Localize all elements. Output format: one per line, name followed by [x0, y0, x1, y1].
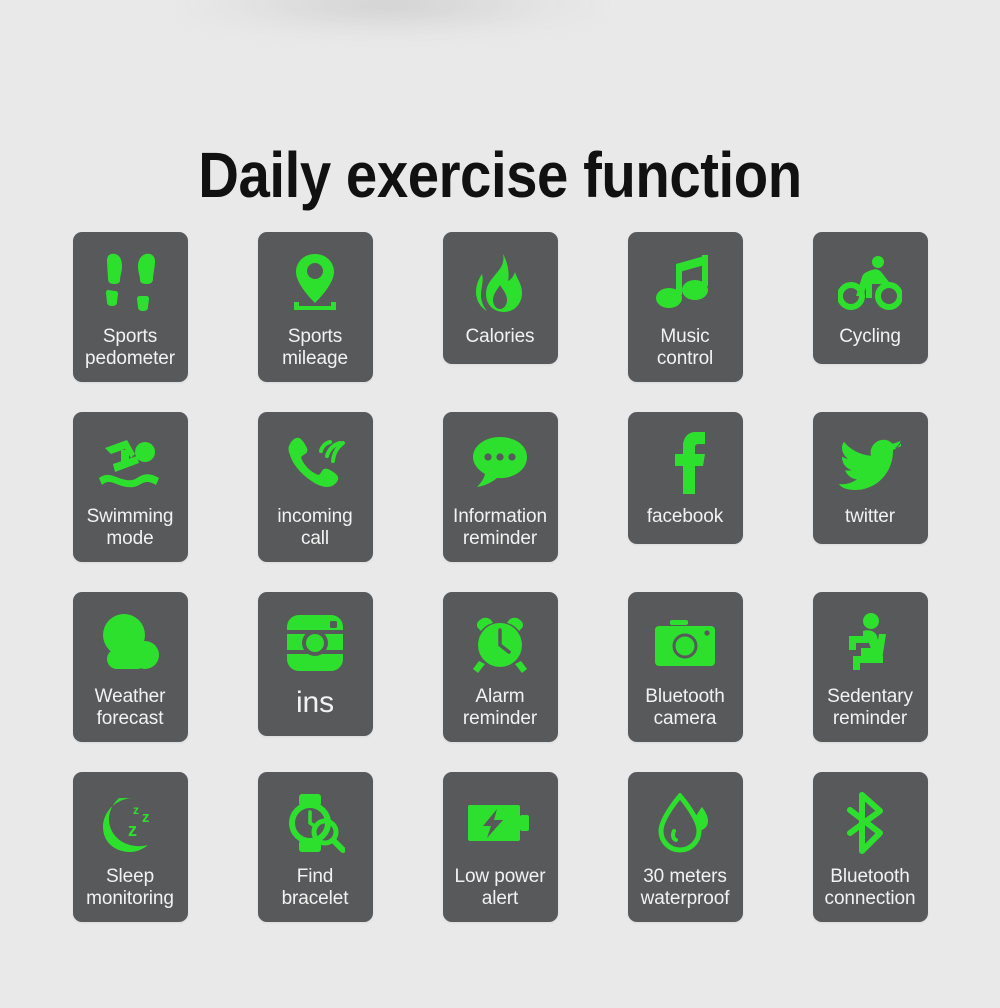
feature-tile-label: Alarm reminder — [462, 686, 538, 729]
feature-tile-bluetooth-connection[interactable]: Bluetooth connection — [812, 772, 928, 922]
music-note-icon — [649, 246, 721, 320]
instagram-icon — [279, 606, 351, 680]
cloud-icon — [94, 606, 166, 680]
feature-tile-ins[interactable]: ins — [257, 592, 373, 736]
feature-row: Weather forecast ins Alarm reminder Blue… — [0, 592, 1000, 742]
feature-row: z z z Sleep monitoring Find bracelet Low… — [0, 772, 1000, 922]
feature-tile-label: Music control — [656, 326, 714, 369]
map-pin-icon — [279, 246, 351, 320]
feature-tile-sedentary-reminder[interactable]: Sedentary reminder — [812, 592, 928, 742]
feature-row: Swimming mode incoming call Information … — [0, 412, 1000, 562]
feature-tile-label: Find bracelet — [281, 866, 349, 909]
feature-tile-find-bracelet[interactable]: Find bracelet — [257, 772, 373, 922]
facebook-icon — [649, 426, 721, 500]
feature-tile-label: twitter — [845, 506, 895, 527]
feature-tile-label: Calories — [465, 326, 535, 347]
background-artifact — [180, 0, 600, 40]
feature-tile-information-reminder[interactable]: Information reminder — [442, 412, 558, 562]
footprints-icon — [94, 246, 166, 320]
svg-text:z: z — [142, 809, 150, 826]
feature-tile-label: ins — [295, 686, 335, 719]
sitting-person-icon — [834, 606, 906, 680]
camera-icon — [649, 606, 721, 680]
feature-tile-sports-pedometer[interactable]: Sports pedometer — [72, 232, 188, 382]
feature-tile-incoming-call[interactable]: incoming call — [257, 412, 373, 562]
swimmer-icon — [94, 426, 166, 500]
feature-tile-label: Sports mileage — [282, 326, 348, 369]
feature-tile-30-meters-waterproof[interactable]: 30 meters waterproof — [627, 772, 743, 922]
feature-tile-label: Information reminder — [453, 506, 547, 549]
feature-tile-label: Bluetooth connection — [824, 866, 916, 909]
svg-text:z: z — [133, 803, 139, 817]
feature-tile-cycling[interactable]: Cycling — [812, 232, 928, 364]
feature-tile-label: Weather forecast — [94, 686, 166, 729]
phone-ringing-icon — [279, 426, 351, 500]
feature-tile-label: incoming call — [277, 506, 353, 549]
feature-tile-swimming-mode[interactable]: Swimming mode — [72, 412, 188, 562]
feature-row: Sports pedometer Sports mileage Calories… — [0, 232, 1000, 382]
feature-tile-label: Cycling — [839, 326, 901, 347]
feature-tile-label: Sedentary reminder — [827, 686, 913, 729]
feature-tile-label: Low power alert — [454, 866, 546, 909]
feature-tile-label: Sports pedometer — [85, 326, 175, 369]
feature-tile-label: 30 meters waterproof — [640, 866, 730, 909]
water-drop-icon — [649, 786, 721, 860]
feature-tile-label: Bluetooth camera — [645, 686, 725, 729]
chat-bubble-icon — [464, 426, 536, 500]
battery-bolt-icon — [464, 786, 536, 860]
moon-zzz-icon: z z z — [94, 786, 166, 860]
feature-tile-sleep-monitoring[interactable]: z z z Sleep monitoring — [72, 772, 188, 922]
feature-tile-low-power-alert[interactable]: Low power alert — [442, 772, 558, 922]
feature-tile-sports-mileage[interactable]: Sports mileage — [257, 232, 373, 382]
feature-tile-alarm-reminder[interactable]: Alarm reminder — [442, 592, 558, 742]
feature-tile-facebook[interactable]: facebook — [627, 412, 743, 544]
twitter-bird-icon — [834, 426, 906, 500]
alarm-clock-icon — [464, 606, 536, 680]
feature-tile-calories[interactable]: Calories — [442, 232, 558, 364]
feature-tile-label: Sleep monitoring — [86, 866, 174, 909]
page-title: Daily exercise function — [198, 138, 802, 211]
svg-text:z: z — [128, 820, 137, 840]
feature-tile-label: facebook — [646, 506, 724, 527]
feature-grid: Sports pedometer Sports mileage Calories… — [0, 232, 1000, 952]
flame-icon — [464, 246, 536, 320]
bluetooth-icon — [834, 786, 906, 860]
feature-tile-music-control[interactable]: Music control — [627, 232, 743, 382]
watch-search-icon — [279, 786, 351, 860]
feature-tile-weather-forecast[interactable]: Weather forecast — [72, 592, 188, 742]
feature-tile-bluetooth-camera[interactable]: Bluetooth camera — [627, 592, 743, 742]
feature-tile-label: Swimming mode — [86, 506, 174, 549]
feature-tile-twitter[interactable]: twitter — [812, 412, 928, 544]
cyclist-icon — [834, 246, 906, 320]
